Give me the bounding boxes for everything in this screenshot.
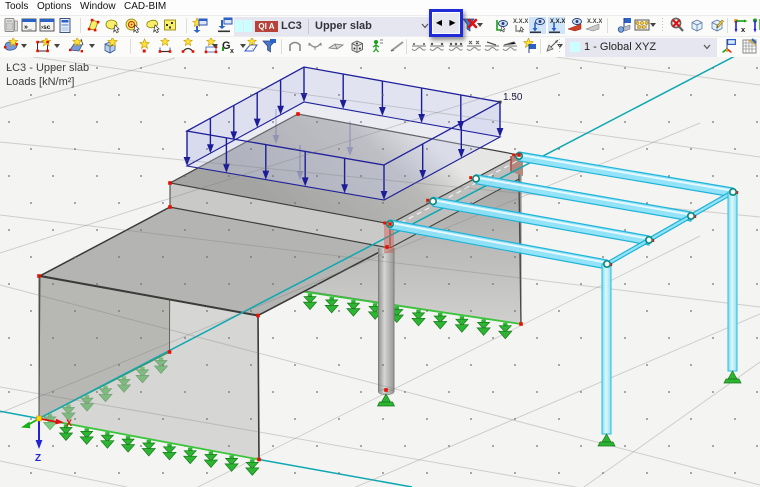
svg-text:x: x: [741, 25, 746, 34]
svg-text:x: x: [230, 48, 234, 55]
svg-text:›sc: ›sc: [41, 24, 51, 31]
svg-text:X.X.X: X.X.X: [550, 19, 565, 25]
svg-text:»_: »_: [24, 24, 32, 31]
svg-text:X.X.X: X.X.X: [587, 19, 602, 25]
svg-text:X: X: [66, 418, 72, 428]
svg-text:Z: Z: [35, 453, 41, 464]
svg-text:X.X.X: X.X.X: [513, 19, 528, 25]
